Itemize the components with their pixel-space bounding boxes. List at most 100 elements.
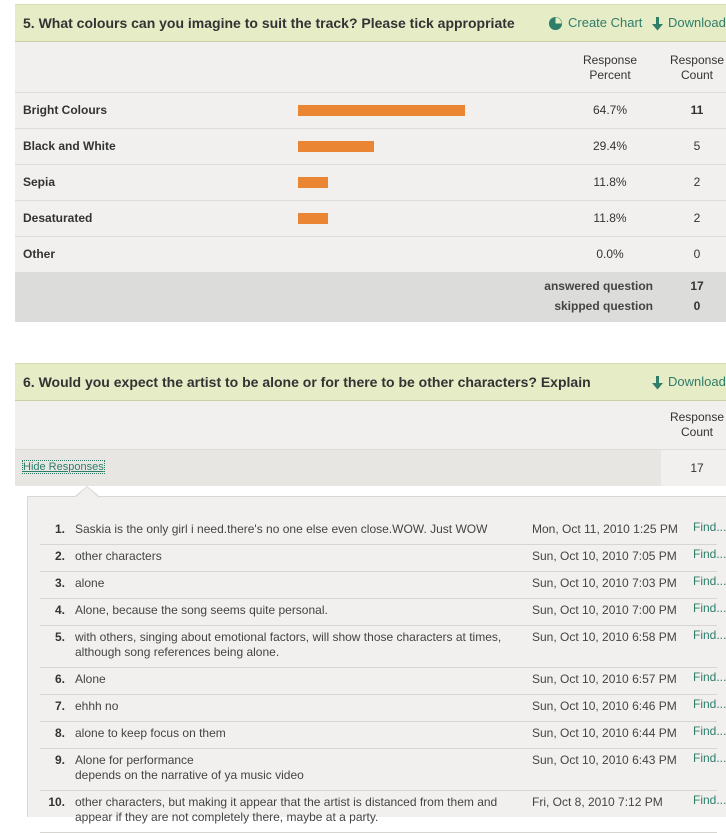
response-number: 7. <box>54 699 65 713</box>
answer-label: Other <box>23 247 56 261</box>
response-number: 6. <box>54 672 65 686</box>
response-item: 5. with others, singing about emotional f… <box>40 625 726 668</box>
find-link[interactable]: Find... <box>693 670 726 684</box>
find-link[interactable]: Find... <box>693 697 726 711</box>
response-count: 11 <box>690 103 704 117</box>
find-link[interactable]: Find... <box>693 628 726 642</box>
response-number: 3. <box>54 576 65 590</box>
header-line: Response <box>582 53 638 67</box>
answer-label: Black and White <box>23 139 116 153</box>
response-text: Saskia is the only girl i need.there's n… <box>75 522 488 536</box>
response-item: 9. Alone for performance depends on the na… <box>40 748 726 791</box>
q5-download-link[interactable]: Download <box>652 5 726 41</box>
response-count: 5 <box>693 139 701 153</box>
response-item: 6. Alone Sun, Oct 10, 2010 6:57 PM Find... <box>40 667 726 695</box>
response-date: Sun, Oct 10, 2010 6:57 PM <box>532 672 677 686</box>
response-number: 8. <box>54 726 65 740</box>
answer-row: Desaturated 11.8% 2 <box>15 201 726 237</box>
download-arrow-icon <box>652 16 663 31</box>
responses-panel: 1. Saskia is the only girl i need.there's… <box>27 486 726 833</box>
header-line: Count <box>680 68 714 82</box>
response-bar <box>298 105 465 116</box>
find-link[interactable]: Find... <box>693 574 726 588</box>
response-count-header: Response Count <box>665 53 726 83</box>
response-bar <box>298 177 328 188</box>
response-date: Sun, Oct 10, 2010 7:05 PM <box>532 549 677 563</box>
response-percent: 11.8% <box>593 175 627 189</box>
response-text: other characters, but making it appear t… <box>75 795 498 824</box>
response-date: Sun, Oct 10, 2010 6:46 PM <box>532 699 677 713</box>
response-date: Sun, Oct 10, 2010 7:03 PM <box>532 576 677 590</box>
response-text: other characters <box>75 549 162 563</box>
download-arrow-icon <box>652 375 663 390</box>
answer-row: Other 0.0% 0 <box>15 237 726 273</box>
response-number: 10. <box>48 795 65 809</box>
q6-response-count: 17 <box>690 461 704 475</box>
response-count-header: Response Count <box>665 410 726 440</box>
response-percent: 64.7% <box>592 103 628 117</box>
response-item: 2. other characters Sun, Oct 10, 2010 7:05… <box>40 544 726 572</box>
pie-chart-icon <box>548 17 563 31</box>
response-text: Alone, because the song seems quite pers… <box>75 603 328 617</box>
response-date: Sun, Oct 10, 2010 6:44 PM <box>532 726 677 740</box>
hide-responses-link[interactable]: Hide Responses <box>22 460 105 474</box>
callout-pointer <box>75 486 99 497</box>
response-count: 2 <box>693 211 701 225</box>
response-number: 9. <box>54 753 65 767</box>
find-link[interactable]: Find... <box>693 520 726 534</box>
response-count: 2 <box>693 175 701 189</box>
responses-area: 1. Saskia is the only girl i need.there's… <box>15 486 726 833</box>
answer-label: Sepia <box>23 175 56 189</box>
q5-header-row: Response Percent Response Count <box>15 42 726 93</box>
response-item: 3. alone Sun, Oct 10, 2010 7:03 PM Find... <box>40 571 726 599</box>
response-date: Sun, Oct 10, 2010 6:43 PM <box>532 753 677 767</box>
q5-summary: answered question 17 skipped question 0 <box>15 273 726 322</box>
response-number: 2. <box>54 549 65 563</box>
q5-title-bar: 5. What colours can you imagine to suit … <box>15 4 726 42</box>
download-label: Download <box>668 374 726 389</box>
find-link[interactable]: Find... <box>693 751 726 765</box>
response-item: 4. Alone, because the song seems quite pe… <box>40 598 726 626</box>
response-text: Alone <box>75 672 106 686</box>
q6-title-bar: 6. Would you expect the artist to be alo… <box>15 363 726 401</box>
response-percent-header: Response Percent <box>570 53 650 83</box>
response-text: Alone for performance depends on the narr… <box>75 753 304 782</box>
answer-label: Bright Colours <box>23 103 107 117</box>
response-bar <box>298 141 374 152</box>
find-link[interactable]: Find... <box>693 547 726 561</box>
response-percent: 11.8% <box>593 211 627 225</box>
q6-hide-row: Hide Responses 17 <box>15 450 726 486</box>
response-date: Fri, Oct 8, 2010 7:12 PM <box>532 795 663 809</box>
header-line: Count <box>680 425 714 439</box>
response-date: Mon, Oct 11, 2010 1:25 PM <box>532 522 678 536</box>
header-line: Percent <box>589 68 631 82</box>
download-label: Download <box>668 15 726 30</box>
response-text: ehhh no <box>75 699 119 713</box>
answer-row: Sepia 11.8% 2 <box>15 165 726 201</box>
response-text: alone to keep focus on them <box>75 726 226 740</box>
response-percent: 29.4% <box>592 139 628 153</box>
header-line: Response <box>669 410 725 424</box>
q6-download-link[interactable]: Download <box>652 364 726 400</box>
answered-question-value: 17 <box>690 279 704 293</box>
response-count: 0 <box>693 247 701 261</box>
find-link[interactable]: Find... <box>693 793 726 807</box>
find-link[interactable]: Find... <box>693 601 726 615</box>
response-text: alone <box>75 576 105 590</box>
header-line: Response <box>669 53 725 67</box>
response-number: 4. <box>54 603 65 617</box>
response-percent: 0.0% <box>596 247 624 261</box>
response-item: 8. alone to keep focus on them Sun, Oct 10… <box>40 721 726 749</box>
answered-question-label: answered question <box>544 279 653 293</box>
response-item: 10. other characters, but making it appea… <box>40 790 726 833</box>
response-item: 1. Saskia is the only girl i need.there's… <box>40 517 726 545</box>
response-bar <box>298 213 328 224</box>
skipped-question-label: skipped question <box>554 299 653 313</box>
response-date: Sun, Oct 10, 2010 7:00 PM <box>532 603 677 617</box>
q6-title: 6. Would you expect the artist to be alo… <box>23 374 591 390</box>
answer-row: Bright Colours 64.7% 11 <box>15 93 726 129</box>
response-item: 7. ehhh no Sun, Oct 10, 2010 6:46 PM Find..… <box>40 694 726 722</box>
find-link[interactable]: Find... <box>693 724 726 738</box>
q5-title: 5. What colours can you imagine to suit … <box>23 15 515 31</box>
create-chart-link[interactable]: Create Chart <box>548 5 642 41</box>
